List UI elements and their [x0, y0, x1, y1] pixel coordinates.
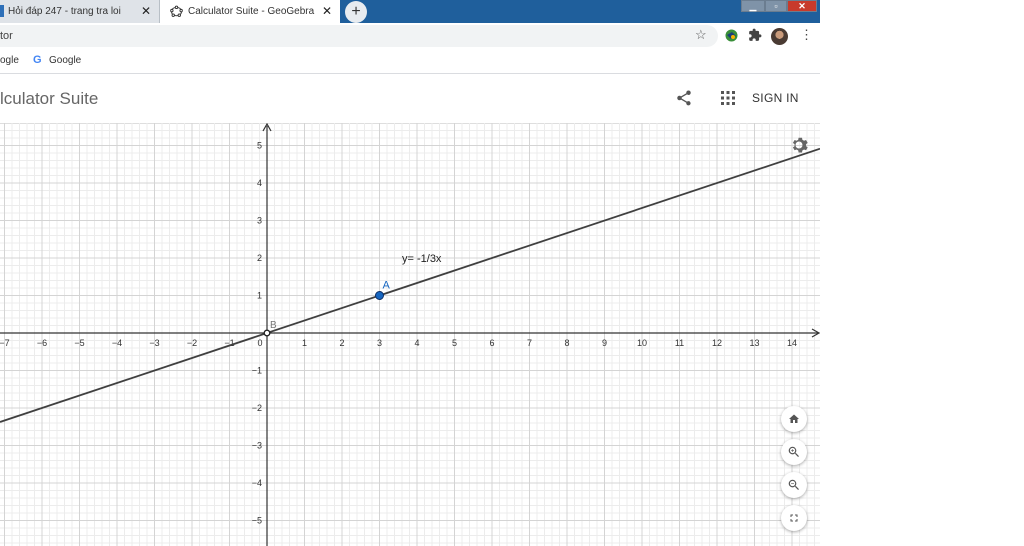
zoom-out-icon — [788, 479, 799, 490]
y-tick-label: −2 — [252, 403, 262, 413]
y-tick-label: −4 — [252, 478, 262, 488]
window-controls: ▁ ▫ ✕ — [741, 0, 817, 12]
point-a[interactable] — [375, 291, 384, 300]
line-label[interactable]: y= -1/3x — [402, 253, 442, 265]
maximize-button[interactable]: ▫ — [765, 0, 787, 12]
x-tick-label: 6 — [489, 338, 494, 348]
desktop-background — [820, 0, 1024, 546]
plus-icon: + — [351, 3, 361, 20]
share-icon[interactable] — [675, 89, 693, 107]
bookmarks-bar: ogle G Google — [0, 49, 820, 74]
tab-strip: Hỏi đáp 247 - trang tra loi ✕ Calculator… — [0, 0, 820, 23]
zoom-in-icon — [788, 446, 799, 457]
graphing-canvas[interactable]: −7 −6 −5 −4 −3 −2 −1 0 1 2 3 4 5 6 7 8 9 10 11 12 13 14 54321… — [0, 123, 820, 546]
x-tick-label: 10 — [637, 338, 647, 348]
x-tick-label: 14 — [787, 338, 797, 348]
tab-close-icon[interactable]: ✕ — [141, 4, 151, 18]
point-a-label: A — [383, 280, 391, 292]
y-tick-label: 4 — [257, 178, 262, 188]
x-tick-label: 1 — [302, 338, 307, 348]
x-tick-label: −5 — [74, 338, 84, 348]
y-tick-label: −1 — [252, 366, 262, 376]
tab-close-icon[interactable]: ✕ — [322, 4, 332, 18]
x-tick-label: 8 — [564, 338, 569, 348]
extension-icon[interactable] — [724, 28, 739, 43]
y-tick-label: 2 — [257, 253, 262, 263]
avatar[interactable] — [771, 28, 788, 45]
x-tick-label: −2 — [187, 338, 197, 348]
fullscreen-icon — [790, 514, 798, 522]
x-tick-label: −3 — [149, 338, 159, 348]
x-tick-label: 7 — [527, 338, 532, 348]
close-window-button[interactable]: ✕ — [787, 0, 817, 12]
x-tick-label: 5 — [452, 338, 457, 348]
minimize-button[interactable]: ▁ — [741, 0, 765, 12]
y-tick-label: 5 — [257, 141, 262, 151]
home-icon — [789, 414, 799, 423]
x-tick-label: 11 — [675, 338, 684, 348]
browser-window: Hỏi đáp 247 - trang tra loi ✕ Calculator… — [0, 0, 820, 546]
x-tick-label: 13 — [749, 338, 759, 348]
x-tick-label: −7 — [0, 338, 10, 348]
x-tick-label: 0 — [257, 338, 262, 348]
tab-favicon — [0, 5, 4, 17]
sign-in-button[interactable]: SIGN IN — [752, 91, 799, 105]
home-button[interactable] — [781, 406, 807, 432]
tab-geogebra[interactable]: Calculator Suite - GeoGebra ✕ — [160, 0, 340, 23]
x-tick-label: −4 — [112, 338, 122, 348]
tab-label: Calculator Suite - GeoGebra — [188, 6, 315, 17]
geogebra-favicon-icon — [170, 5, 183, 17]
x-tick-label: 9 — [602, 338, 607, 348]
y-tick-label: −3 — [252, 441, 262, 451]
x-tick-label: 3 — [377, 338, 382, 348]
x-tick-label: 12 — [712, 338, 722, 348]
point-b[interactable] — [263, 329, 271, 337]
bookmark-item[interactable]: ogle — [0, 55, 19, 66]
tab-hoidap[interactable]: Hỏi đáp 247 - trang tra loi ✕ — [0, 0, 160, 23]
tab-label: Hỏi đáp 247 - trang tra loi — [8, 6, 121, 17]
y-tick-label: 3 — [257, 216, 262, 226]
bookmark-item-google[interactable]: Google — [49, 55, 81, 66]
x-tick-label: 4 — [414, 338, 419, 348]
fullscreen-button[interactable] — [781, 505, 807, 531]
app-header: lculator Suite SIGN IN — [0, 74, 820, 124]
zoom-out-button[interactable] — [781, 472, 807, 498]
address-bar-row: tor ☆ ⋮ — [0, 23, 820, 49]
new-tab-button[interactable]: + — [345, 1, 367, 23]
x-tick-label: 2 — [339, 338, 344, 348]
zoom-in-button[interactable] — [781, 439, 807, 465]
url-box[interactable]: tor — [0, 25, 718, 47]
puzzle-icon[interactable] — [748, 28, 762, 42]
point-b-label: B — [270, 320, 277, 331]
apps-grid-icon[interactable] — [721, 91, 735, 105]
y-tick-label: −5 — [252, 516, 262, 526]
x-axis-ticks: −7 −6 −5 −4 −3 −2 −1 0 1 2 3 4 5 6 7 8 9 10 11 12 13 14 — [0, 338, 797, 348]
url-text: tor — [0, 30, 13, 42]
menu-dots-icon[interactable]: ⋮ — [800, 27, 813, 43]
google-icon: G — [33, 54, 42, 66]
star-icon[interactable]: ☆ — [695, 27, 707, 43]
x-tick-label: −6 — [37, 338, 47, 348]
y-tick-label: 1 — [257, 291, 262, 301]
app-title: lculator Suite — [0, 89, 99, 108]
